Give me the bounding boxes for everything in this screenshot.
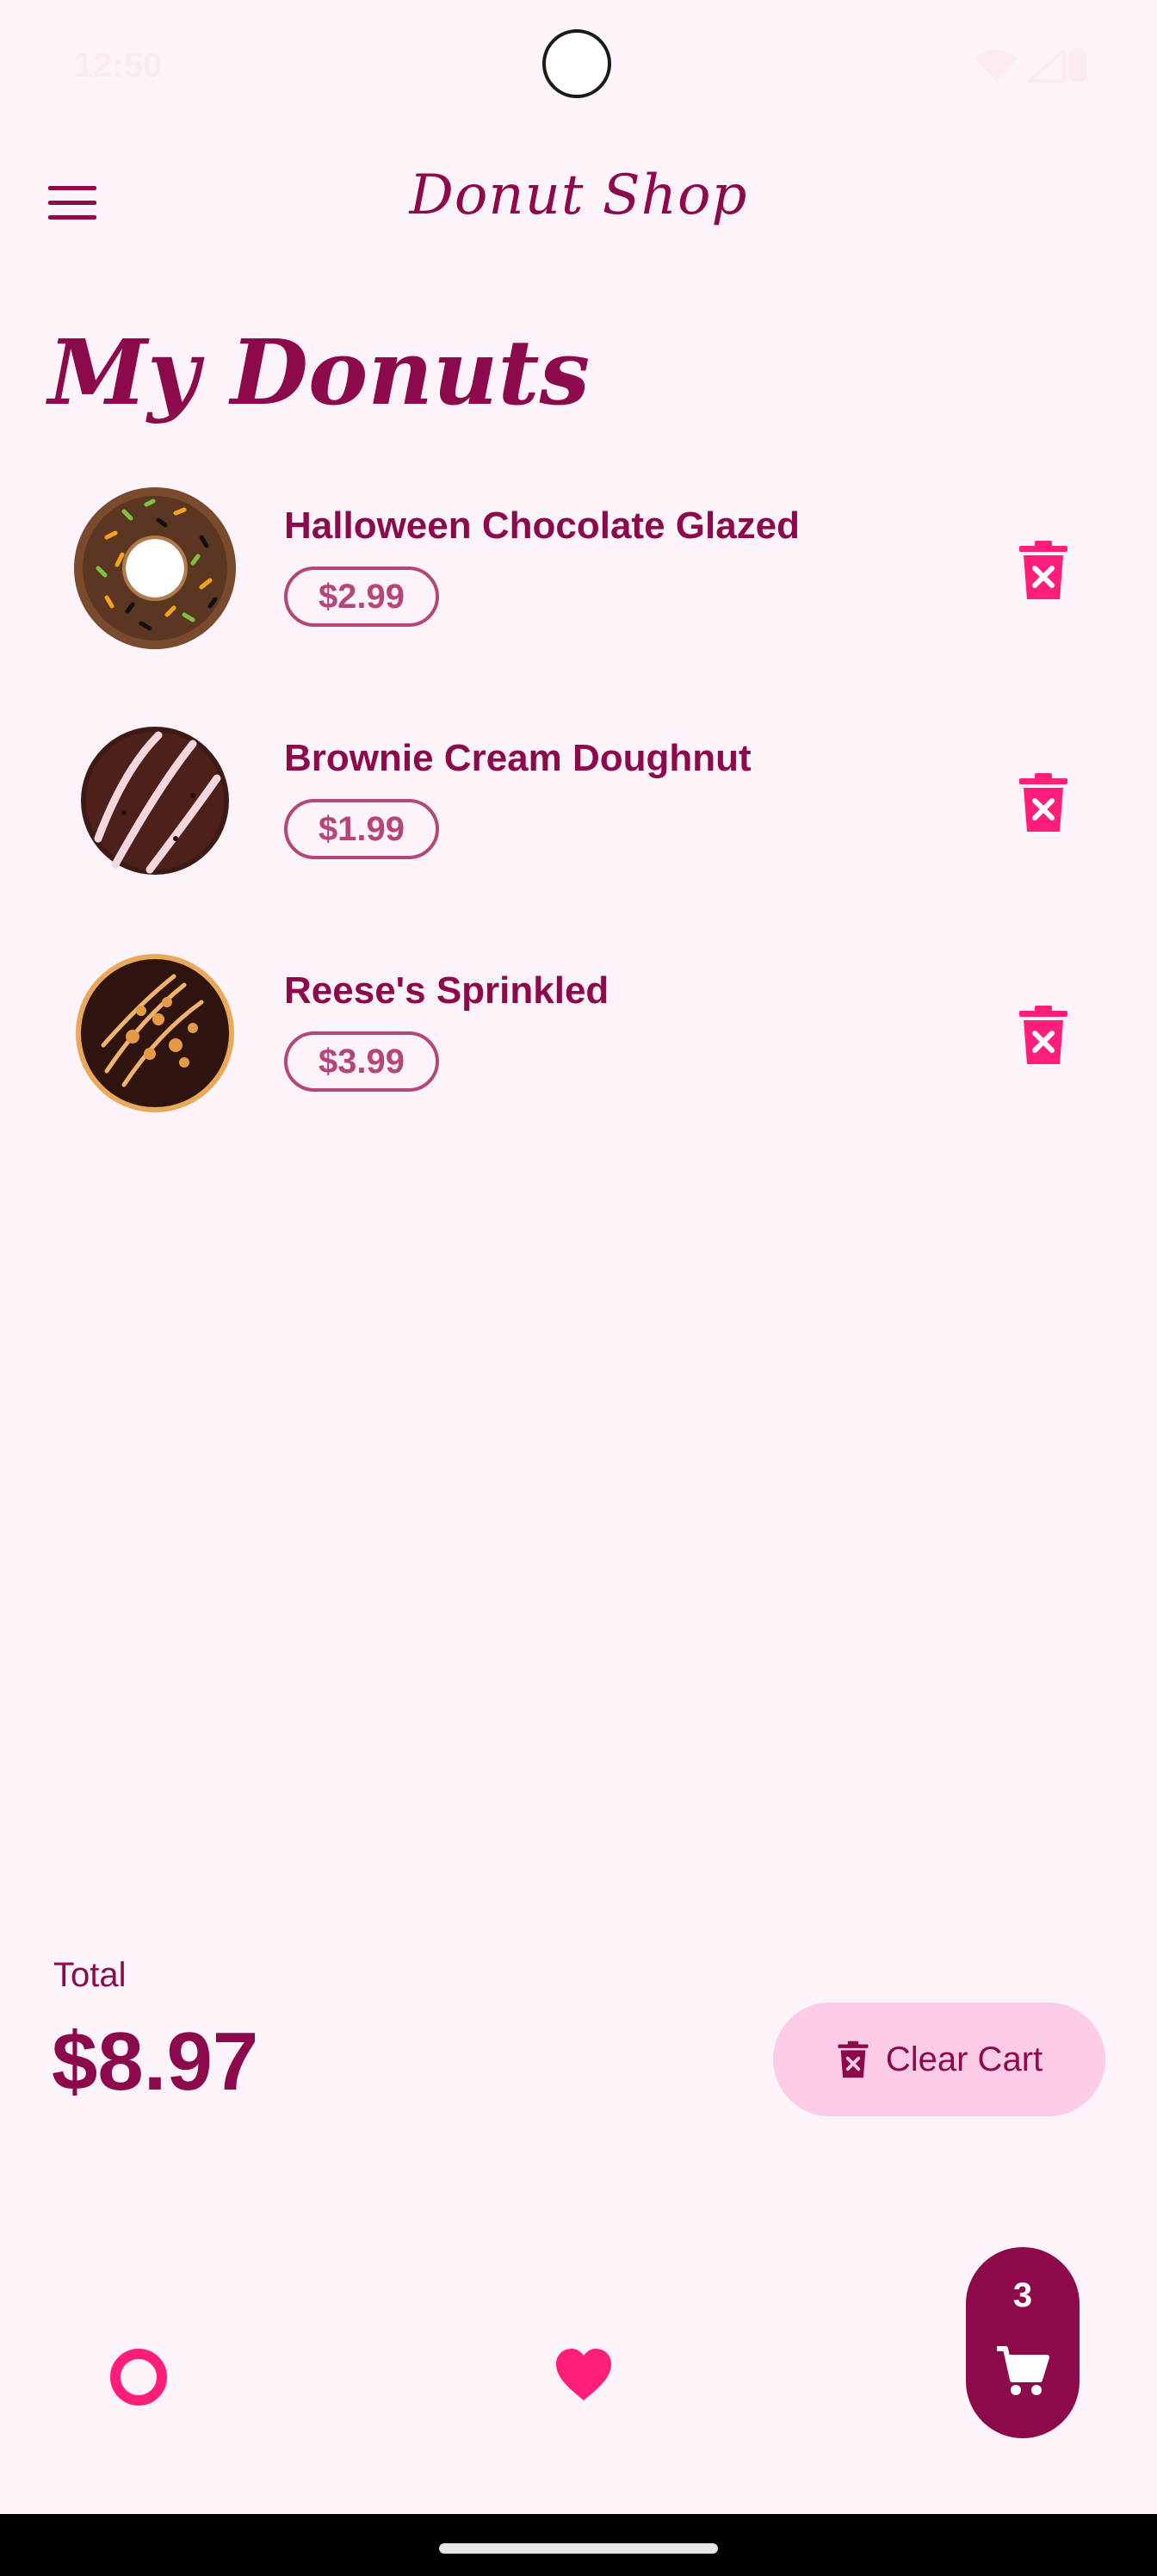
- app-bar: Donut Shop: [0, 155, 1157, 250]
- page-title: My Donuts: [48, 319, 591, 425]
- nav-cart-button[interactable]: 3: [966, 2247, 1080, 2438]
- battery-icon: [1069, 48, 1086, 81]
- price-chip: $2.99: [284, 567, 439, 627]
- trash-x-icon: [838, 2040, 869, 2078]
- delete-item-icon[interactable]: [1016, 539, 1071, 601]
- delete-item-icon[interactable]: [1016, 771, 1071, 833]
- peanut-butter-donut-image: [76, 954, 234, 1112]
- brownie-donut-image: [81, 727, 229, 875]
- camera-cutout: [542, 29, 611, 98]
- donut-name: Halloween Chocolate Glazed: [284, 505, 801, 547]
- status-bar: 12:50: [0, 0, 1157, 129]
- donut-name: Reese's Sprinkled: [284, 969, 609, 1012]
- chocolate-sprinkle-donut-image: [74, 487, 236, 649]
- phone-screen: 12:50 Donut Shop My Donuts Halloween Cho…: [0, 0, 1157, 2576]
- app-title: Donut Shop: [409, 164, 748, 227]
- list-item[interactable]: Reese's Sprinkled $3.99: [0, 930, 1157, 1136]
- cart-icon: [997, 2346, 1049, 2395]
- clear-cart-button[interactable]: Clear Cart: [773, 2003, 1105, 2116]
- donut-name: Brownie Cream Doughnut: [284, 737, 752, 779]
- total-label: Total: [53, 1956, 127, 1994]
- delete-item-icon[interactable]: [1016, 1004, 1071, 1066]
- heart-icon[interactable]: [554, 2347, 613, 2402]
- price-chip: $3.99: [284, 1031, 439, 1092]
- list-item[interactable]: Halloween Chocolate Glazed $2.99: [0, 465, 1157, 672]
- price-chip: $1.99: [284, 799, 439, 859]
- cart-count-badge: 3: [1012, 2276, 1033, 2314]
- gesture-handle[interactable]: [439, 2543, 718, 2554]
- list-item[interactable]: Brownie Cream Doughnut $1.99: [0, 697, 1157, 904]
- total-value: $8.97: [52, 2016, 259, 2108]
- status-time: 12:50: [74, 46, 163, 84]
- clear-cart-label: Clear Cart: [885, 2040, 1043, 2078]
- wifi-icon: [974, 50, 1018, 81]
- donut-icon[interactable]: [108, 2347, 169, 2407]
- signal-icon: [1028, 48, 1066, 83]
